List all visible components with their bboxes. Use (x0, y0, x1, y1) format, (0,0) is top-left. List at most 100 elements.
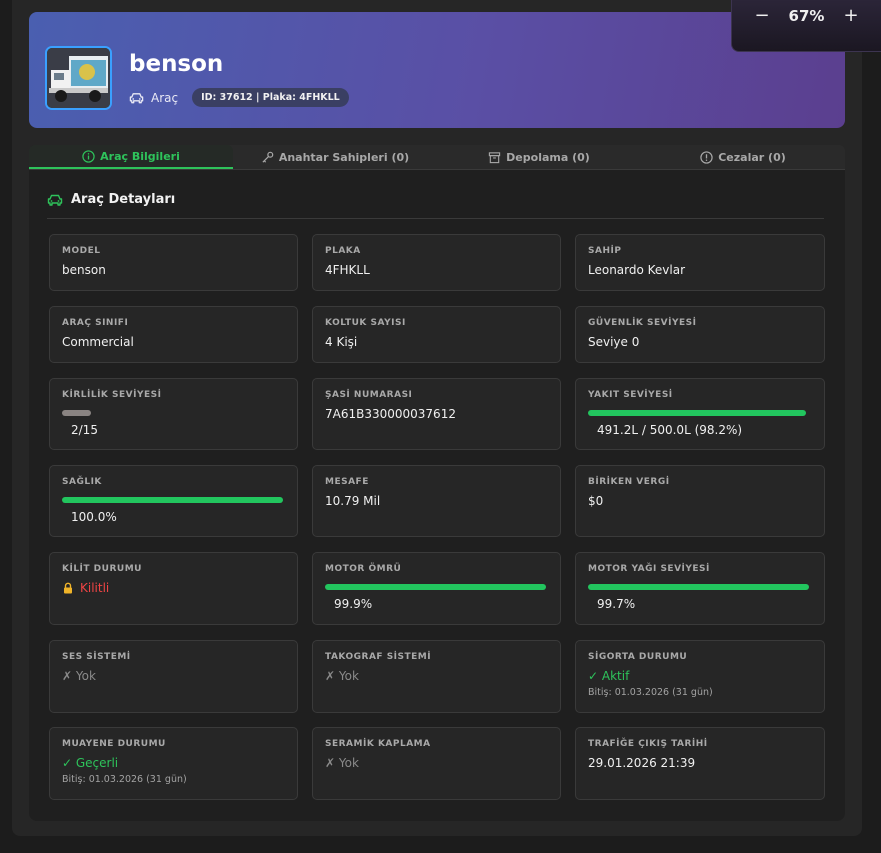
tab-label: Depolama (0) (506, 150, 590, 164)
card-motor-yagi: MOTOR YAĞI SEVİYESİ 99.7% (575, 552, 825, 625)
card-label: SAĞLIK (62, 477, 102, 487)
card-mesafe: MESAFE 10.79 Mil (312, 465, 561, 537)
card-label: PLAKA (325, 246, 361, 256)
card-value: ✗ Yok (325, 756, 359, 770)
card-label: TAKOGRAF SİSTEMİ (325, 652, 432, 662)
vehicle-header: benson Araç ID: 37612 | Plaka: 4FHKLL (29, 12, 845, 128)
card-label: ARAÇ SINIFI (62, 318, 129, 328)
health-bar (62, 497, 283, 503)
card-sahip: SAHİP Leonardo Kevlar (575, 234, 825, 291)
card-value: 4 Kişi (325, 335, 358, 349)
lock-icon (64, 582, 72, 594)
vehicle-meta: Araç ID: 37612 | Plaka: 4FHKLL (129, 88, 349, 107)
card-value: Kilitli (80, 581, 110, 595)
truck-image (47, 48, 110, 108)
card-label: SAHİP (588, 246, 622, 256)
oil-level-bar (588, 584, 810, 590)
card-value: 491.2L / 500.0L (98.2%) (597, 423, 743, 437)
card-value: Commercial (62, 335, 134, 349)
card-takograf-sistemi: TAKOGRAF SİSTEMİ ✗ Yok (312, 640, 561, 713)
engine-life-bar (325, 584, 546, 590)
card-kilit-durumu: KİLİT DURUMU Kilitli (49, 552, 298, 625)
card-subtext: Bitiş: 01.03.2026 (31 gün) (62, 774, 187, 785)
card-label: MUAYENE DURUMU (62, 739, 166, 749)
card-label: MOTOR ÖMRÜ (325, 564, 402, 574)
card-value: 2/15 (71, 423, 98, 437)
card-value: Seviye 0 (588, 335, 640, 349)
section-divider (47, 218, 824, 219)
tab-label: Cezalar (0) (718, 150, 786, 164)
card-muayene-durumu: MUAYENE DURUMU ✓ Geçerli Bitiş: 01.03.20… (49, 727, 298, 800)
vehicle-title: benson (129, 51, 224, 77)
card-value: 99.9% (334, 597, 373, 611)
id-badge: ID: 37612 | Plaka: 4FHKLL (192, 88, 349, 107)
tab-cezalar[interactable]: Cezalar (0) (641, 145, 845, 169)
card-motor-omru: MOTOR ÖMRÜ 99.9% (312, 552, 561, 625)
card-value: benson (62, 263, 106, 277)
tab-label: Araç Bilgileri (100, 149, 180, 163)
card-plaka: PLAKA 4FHKLL (312, 234, 561, 291)
section-title-text: Araç Detayları (71, 192, 176, 207)
card-label: MOTOR YAĞI SEVİYESİ (588, 564, 710, 574)
card-value: 29.01.2026 21:39 (588, 756, 696, 770)
section-title: Araç Detayları (47, 192, 175, 207)
fuel-level-bar (588, 410, 806, 416)
car-icon (129, 92, 144, 103)
card-value: ✗ Yok (62, 669, 96, 683)
card-value: ✓ Aktif (588, 669, 630, 683)
tab-label: Anahtar Sahipleri (0) (278, 150, 410, 164)
card-label: MESAFE (325, 477, 369, 487)
zoom-out-button[interactable]: − (754, 5, 770, 26)
key-icon (262, 151, 274, 163)
card-value: 10.79 Mil (325, 494, 381, 508)
card-label: TRAFİĞE ÇIKIŞ TARİHİ (588, 739, 708, 749)
zoom-control: − 67% + (731, 0, 881, 52)
card-ses-sistemi: SES SİSTEMİ ✗ Yok (49, 640, 298, 713)
info-icon (82, 149, 95, 163)
card-label: KİRLİLİK SEVİYESİ (62, 390, 162, 400)
card-value: 7A61B330000037612 (325, 407, 456, 421)
card-sasi-numarasi: ŞASİ NUMARASI 7A61B330000037612 (312, 378, 561, 450)
card-label: KİLİT DURUMU (62, 564, 142, 574)
card-value: ✗ Yok (325, 669, 359, 683)
archive-icon (489, 151, 501, 163)
card-saglik: SAĞLIK 100.0% (49, 465, 298, 537)
tab-anahtar-sahipleri[interactable]: Anahtar Sahipleri (0) (233, 145, 437, 169)
alert-icon (700, 150, 713, 164)
card-model: MODEL benson (49, 234, 298, 291)
vehicle-thumbnail (45, 46, 112, 110)
card-label: SES SİSTEMİ (62, 652, 131, 662)
card-value: $0 (588, 494, 604, 508)
card-trafige-cikis-tarihi: TRAFİĞE ÇIKIŞ TARİHİ 29.01.2026 21:39 (575, 727, 825, 800)
card-label: SİGORTA DURUMU (588, 652, 688, 662)
card-value: Leonardo Kevlar (588, 263, 686, 277)
car-icon (47, 194, 63, 206)
card-value: 100.0% (71, 510, 117, 524)
card-value: ✓ Geçerli (62, 756, 119, 770)
card-value: 99.7% (597, 597, 636, 611)
card-arac-sinifi: ARAÇ SINIFI Commercial (49, 306, 298, 363)
card-yakit-seviyesi: YAKIT SEVİYESİ 491.2L / 500.0L (98.2%) (575, 378, 825, 450)
card-value: 4FHKLL (325, 263, 370, 277)
tab-bar: Araç Bilgileri Anahtar Sahipleri (0) Dep… (29, 145, 845, 170)
card-biriken-vergi: BİRİKEN VERGİ $0 (575, 465, 825, 537)
zoom-level: 67% (788, 6, 825, 25)
card-label: YAKIT SEVİYESİ (588, 390, 673, 400)
zoom-in-button[interactable]: + (843, 5, 859, 26)
tab-depolama[interactable]: Depolama (0) (437, 145, 641, 169)
dirt-level-bar (62, 410, 92, 416)
card-seramik-kaplama: SERAMİK KAPLAMA ✗ Yok (312, 727, 561, 800)
card-label: KOLTUK SAYISI (325, 318, 406, 328)
vehicle-type: Araç (151, 90, 179, 105)
card-sigorta-durumu: SİGORTA DURUMU ✓ Aktif Bitiş: 01.03.2026… (575, 640, 825, 713)
card-label: BİRİKEN VERGİ (588, 477, 670, 487)
card-koltuk-sayisi: KOLTUK SAYISI 4 Kişi (312, 306, 561, 363)
lock-status: Kilitli (62, 581, 285, 595)
card-label: GÜVENLİK SEVİYESİ (588, 318, 697, 328)
card-guvenlik-seviyesi: GÜVENLİK SEVİYESİ Seviye 0 (575, 306, 825, 363)
card-label: ŞASİ NUMARASI (325, 390, 413, 400)
tab-content: Araç Detayları MODEL benson PLAKA 4FHKLL… (29, 170, 845, 821)
card-label: SERAMİK KAPLAMA (325, 739, 431, 749)
tab-arac-bilgileri[interactable]: Araç Bilgileri (29, 145, 233, 169)
card-label: MODEL (62, 246, 101, 256)
